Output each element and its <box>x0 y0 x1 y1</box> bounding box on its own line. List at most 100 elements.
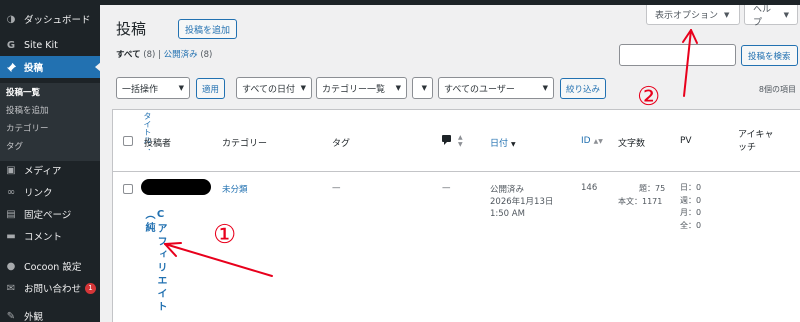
page-icon: ▤ <box>6 208 16 220</box>
post-status: 公開済み <box>490 185 525 195</box>
notification-badge: 1 <box>85 282 97 294</box>
pv-stats: 日：0 週：0 月：0 全：0 <box>680 182 701 232</box>
extra-filter-select[interactable]: ▼ <box>412 77 433 99</box>
post-status-filter: すべて (8) | 公開済み (8) <box>116 48 212 60</box>
column-word-count-header: 文字数 <box>618 139 646 149</box>
cocoon-icon: ● <box>6 260 16 272</box>
sidebar-item-label: Cocoon 設定 <box>24 262 82 273</box>
column-tags-header: タグ <box>332 139 351 149</box>
filter-button[interactable]: 絞り込み <box>560 78 607 99</box>
posts-submenu: 投稿一覧 投稿を追加 カテゴリー タグ <box>0 83 100 161</box>
apply-button[interactable]: 適用 <box>196 78 226 99</box>
sidebar-item-label: リンク <box>24 188 53 199</box>
view-all-link[interactable]: すべて <box>116 50 141 60</box>
item-count: 8個の項目 <box>758 85 796 94</box>
media-icon: ▣ <box>6 164 16 176</box>
sidebar-item-label: メディア <box>24 166 62 177</box>
link-icon: ∞ <box>6 186 16 198</box>
pv-total: 全：0 <box>680 220 702 230</box>
user-filter-select[interactable]: すべてのユーザー ▼ <box>438 77 554 99</box>
comment-count-icon[interactable] <box>442 135 451 145</box>
dashboard-icon: ◑ <box>6 13 16 25</box>
posts-table: タイトル： 投稿者 カテゴリー タグ ▲ ▼ 日付 ▼ ID ▲▼ 文字数 PV アイ… <box>112 109 800 322</box>
view-all-count: (8) <box>143 50 156 60</box>
chevron-down-icon: ▼ <box>421 84 427 92</box>
search-posts-button[interactable]: 投稿を検索 <box>741 45 798 66</box>
help-button[interactable]: ヘルプ ▼ <box>744 4 798 28</box>
column-date-label: 日付 <box>490 139 509 149</box>
post-category-link[interactable]: 未分類 <box>222 183 248 195</box>
submenu-item-categories[interactable]: カテゴリー <box>6 122 49 134</box>
caret-down-icon: ▼ <box>724 10 730 19</box>
sidebar-item-label: ダッシュボード <box>24 15 91 26</box>
sort-arrows-icon: ▲▼ <box>593 138 603 145</box>
column-pv-header: PV <box>680 136 692 146</box>
sidebar-item-label: 固定ページ <box>24 210 72 221</box>
post-search-input[interactable] <box>619 44 736 66</box>
submenu-item-tags[interactable]: タグ <box>6 140 23 152</box>
pv-day: 日：0 <box>680 183 702 192</box>
sidebar-item-label: 外観 <box>24 312 44 322</box>
column-eyecatch-header: アイキャッチ <box>738 130 774 153</box>
table-header-row: タイトル： 投稿者 カテゴリー タグ ▲ ▼ 日付 ▼ ID ▲▼ 文字数 PV アイ… <box>113 110 800 172</box>
post-comments: — <box>442 183 451 193</box>
date-filter-select[interactable]: すべての日付 ▼ <box>236 77 312 99</box>
sidebar-item-label: Site Kit <box>24 39 58 51</box>
sidebar-item-posts[interactable]: 投稿 <box>0 56 101 78</box>
submenu-item-add-post[interactable]: 投稿を追加 <box>6 104 49 116</box>
main-content: 投稿 投稿を追加 表示オプション ▼ ヘルプ ▼ すべて (8) | 公開済み … <box>100 5 800 322</box>
chevron-down-icon: ▼ <box>300 84 306 92</box>
sidebar-item-contact[interactable]: ✉ お問い合わせ 1 <box>0 277 100 299</box>
sidebar-item-comments[interactable]: ▬ コメント <box>0 225 100 247</box>
admin-sidebar: ◑ ダッシュボード G Site Kit 投稿 投稿一覧 投稿を追加 カテゴリー… <box>0 5 101 322</box>
submenu-item-all-posts[interactable]: 投稿一覧 <box>6 86 40 98</box>
row-checkbox[interactable] <box>123 184 133 194</box>
post-title-link[interactable]: Cアフィリエイト（純 <box>142 209 166 322</box>
appearance-icon: ✎ <box>6 310 16 322</box>
chevron-down-icon: ▼ <box>178 84 184 92</box>
view-published-link[interactable]: 公開済み <box>164 50 198 60</box>
screen-options-button[interactable]: 表示オプション ▼ <box>646 5 740 25</box>
redacted-author <box>141 179 211 195</box>
add-new-post-button[interactable]: 投稿を追加 <box>178 19 238 39</box>
sidebar-item-label: 投稿 <box>24 63 44 74</box>
category-filter-value: カテゴリー一覧 <box>322 84 386 95</box>
comment-bubble-icon: ▬ <box>6 230 16 242</box>
sidebar-item-cocoon[interactable]: ● Cocoon 設定 <box>0 255 100 277</box>
sort-desc-icon: ▼ <box>511 141 516 148</box>
column-author-header: 投稿者 <box>144 139 172 149</box>
sidebar-item-label: お問い合わせ <box>24 284 82 295</box>
google-g-icon: G <box>6 39 16 51</box>
view-published-count: (8) <box>200 50 213 60</box>
column-categories-header: カテゴリー <box>222 139 268 149</box>
user-filter-value: すべてのユーザー <box>444 84 515 95</box>
sidebar-item-appearance[interactable]: ✎ 外観 <box>0 305 100 322</box>
post-date: 2026年1月13日 1:50 AM <box>490 197 554 219</box>
pin-icon <box>5 61 17 73</box>
sort-arrows-icon[interactable]: ▲ ▼ <box>458 134 463 148</box>
sidebar-item-links[interactable]: ∞ リンク <box>0 181 100 203</box>
date-filter-value: すべての日付 <box>242 84 296 95</box>
pv-month: 月：0 <box>680 208 702 217</box>
word-count-title: 題：75 <box>639 184 666 193</box>
sidebar-item-pages[interactable]: ▤ 固定ページ <box>0 203 100 225</box>
sidebar-item-media[interactable]: ▣ メディア <box>0 159 100 181</box>
sidebar-item-dashboard[interactable]: ◑ ダッシュボード <box>0 8 100 30</box>
bulk-action-value: 一括操作 <box>122 84 159 95</box>
sidebar-item-site-kit[interactable]: G Site Kit <box>0 34 100 56</box>
caret-down-icon: ▼ <box>783 10 789 19</box>
column-date-header[interactable]: 日付 ▼ <box>490 136 516 149</box>
category-filter-select[interactable]: カテゴリー一覧 ▼ <box>316 77 407 99</box>
word-count-body: 本文：1171 <box>618 197 663 206</box>
select-all-checkbox[interactable] <box>123 136 133 146</box>
help-label: ヘルプ <box>753 4 772 28</box>
chevron-down-icon: ▼ <box>395 84 401 92</box>
post-tags: — <box>332 183 341 193</box>
screen-options-label: 表示オプション <box>655 11 719 21</box>
column-id-label: ID <box>581 136 591 146</box>
page-title: 投稿 <box>116 20 147 38</box>
mail-icon: ✉ <box>6 282 16 294</box>
column-id-header[interactable]: ID ▲▼ <box>581 136 603 146</box>
post-id: 146 <box>581 183 598 193</box>
bulk-action-select[interactable]: 一括操作 ▼ <box>116 77 190 99</box>
